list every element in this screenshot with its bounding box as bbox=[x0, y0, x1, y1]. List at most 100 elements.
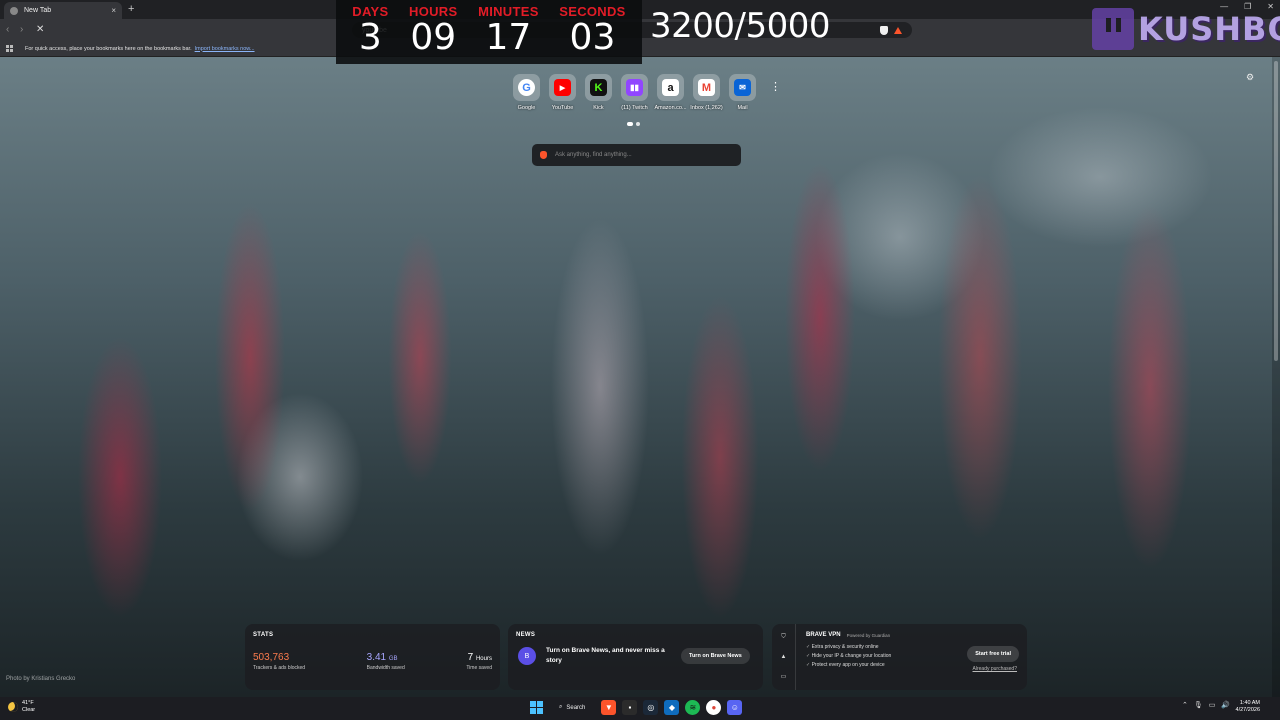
amazon-icon: a bbox=[662, 79, 679, 96]
youtube-icon: ▶ bbox=[554, 79, 571, 96]
vpn-features: Extra privacy & security online Hide you… bbox=[806, 644, 892, 671]
outlook-icon: ✉ bbox=[734, 79, 751, 96]
taskbar-clock[interactable]: 1:40 AM 4/27/2026 bbox=[1236, 700, 1260, 714]
page-scrollbar[interactable] bbox=[1272, 57, 1280, 697]
search-icon: ⌕ bbox=[559, 704, 563, 710]
rewards-triangle-icon[interactable]: ▲ bbox=[781, 654, 787, 660]
countdown-value: 09 bbox=[410, 17, 457, 58]
countdown-value: 03 bbox=[569, 17, 616, 58]
brave-app-icon[interactable]: ▼ bbox=[601, 700, 617, 715]
new-tab-button[interactable]: + bbox=[128, 3, 134, 15]
mic-icon[interactable]: 🎙 bbox=[1194, 701, 1203, 709]
weather-condition: Clear bbox=[22, 707, 36, 713]
topsite-youtube[interactable]: ▶ YouTube bbox=[548, 74, 577, 111]
talk-camera-icon[interactable]: ▭ bbox=[781, 673, 787, 680]
more-options-icon[interactable]: ⋮ bbox=[770, 80, 781, 93]
tab-title: New Tab bbox=[24, 7, 52, 14]
chrome-app-icon[interactable]: ● bbox=[706, 700, 722, 715]
bookmarks-hint: For quick access, place your bookmarks h… bbox=[25, 45, 255, 52]
clock-date: 4/27/2026 bbox=[1235, 707, 1260, 713]
taskbar-search[interactable]: ⌕ Search bbox=[549, 704, 595, 711]
discord-app-icon[interactable]: ☺ bbox=[727, 700, 743, 715]
vpn-header: BRAVE VPN Powered by Guardian bbox=[806, 632, 890, 638]
top-sites: G Google ▶ YouTube K Kick ▮▮ (11) Twitch… bbox=[512, 74, 757, 111]
brave-shields-icon[interactable] bbox=[880, 25, 888, 35]
tab-new-tab[interactable]: New Tab × bbox=[4, 2, 122, 19]
goal-counter: 3200/5000 bbox=[650, 6, 831, 46]
stats-row: 503,763 Trackers & ads blocked 3.41 GB B… bbox=[253, 652, 492, 671]
time-value: 7 Hours bbox=[467, 652, 492, 663]
network-icon[interactable]: ▭ bbox=[1209, 701, 1216, 709]
vpn-feature: Extra privacy & security online bbox=[806, 644, 891, 650]
brave-news-icon: B bbox=[518, 647, 536, 665]
vpn-shield-icon[interactable]: ⛉ bbox=[781, 634, 786, 641]
topsite-amazon[interactable]: a Amazon.co... bbox=[654, 74, 687, 111]
topsite-label: Inbox (1,262) bbox=[690, 105, 723, 111]
brave-search-icon bbox=[540, 151, 547, 159]
terminal-app-icon[interactable]: ▪ bbox=[622, 700, 638, 715]
forward-arrow-icon[interactable]: › bbox=[20, 24, 23, 35]
countdown-seconds: SECONDS 03 bbox=[559, 4, 625, 60]
clock-time: 1:40 AM bbox=[1239, 700, 1260, 706]
topsite-kick[interactable]: K Kick bbox=[584, 74, 613, 111]
countdown-value: 17 bbox=[485, 17, 532, 58]
close-tab-icon[interactable]: × bbox=[111, 6, 116, 15]
search-box[interactable]: Ask anything, find anything... bbox=[532, 144, 741, 166]
trackers-value: 503,763 bbox=[253, 652, 290, 663]
turn-on-news-button[interactable]: Turn on Brave News bbox=[681, 648, 750, 664]
screen: Photo by Kristians Grecko New Tab × + — … bbox=[0, 0, 1280, 720]
already-purchased-link[interactable]: Already purchased? bbox=[973, 666, 1017, 672]
stats-widget: STATS 503,763 Trackers & ads blocked 3.4… bbox=[245, 624, 500, 690]
topsite-label: Google bbox=[517, 105, 536, 111]
stop-loading-icon[interactable]: ✕ bbox=[36, 24, 44, 35]
topsite-label: (11) Twitch bbox=[621, 105, 648, 111]
photo-credit[interactable]: Photo by Kristians Grecko bbox=[6, 676, 75, 682]
vpn-widget: ⛉ ▲ ▭ BRAVE VPN Powered by Guardian Extr… bbox=[772, 624, 1027, 690]
twitch-icon: ▮▮ bbox=[626, 79, 643, 96]
kick-icon: K bbox=[590, 79, 607, 96]
steam-app-icon[interactable]: ◎ bbox=[643, 700, 659, 715]
topsite-label: Mail bbox=[737, 105, 748, 111]
vpn-feature: Hide your IP & change your location bbox=[806, 653, 892, 659]
countdown-minutes: MINUTES 17 bbox=[478, 4, 539, 60]
apps-grid-icon[interactable] bbox=[6, 45, 13, 52]
widget-switcher: ⛉ ▲ ▭ bbox=[772, 624, 796, 690]
windows-start-icon[interactable] bbox=[530, 701, 543, 714]
stats-title: STATS bbox=[253, 632, 274, 638]
brave-rewards-icon[interactable] bbox=[894, 26, 902, 34]
bandwidth-value: 3.41 GB bbox=[366, 652, 398, 663]
search-input[interactable]: Ask anything, find anything... bbox=[555, 152, 632, 158]
countdown-overlay: DAYS 3 HOURS 09 MINUTES 17 SECONDS 03 bbox=[336, 0, 642, 64]
trackers-label: Trackers & ads blocked bbox=[253, 665, 306, 671]
topsite-mail[interactable]: ✉ Mail bbox=[728, 74, 757, 111]
topsite-gmail[interactable]: M Inbox (1,262) bbox=[690, 74, 723, 111]
spotify-app-icon[interactable]: ≋ bbox=[685, 700, 701, 715]
topsite-google[interactable]: G Google bbox=[512, 74, 541, 111]
gmail-icon: M bbox=[698, 79, 715, 96]
topsite-twitch[interactable]: ▮▮ (11) Twitch bbox=[620, 74, 649, 111]
gear-icon[interactable]: ⚙ bbox=[1246, 72, 1254, 83]
stat-time: 7 Hours Time saved bbox=[466, 652, 492, 671]
news-row: B Turn on Brave News, and never miss a s… bbox=[518, 646, 755, 666]
chevron-up-icon[interactable]: ⌃ bbox=[1182, 701, 1188, 709]
back-arrow-icon[interactable]: ‹ bbox=[6, 24, 9, 35]
news-widget: NEWS B Turn on Brave News, and never mis… bbox=[508, 624, 763, 690]
windows-taskbar: 41°F Clear ⌕ Search ▼ ▪ ◎ ◆ ≋ ● ☺ ⌃ 🎙 ▭ 🔊… bbox=[0, 697, 1280, 720]
countdown-hours: HOURS 09 bbox=[409, 4, 457, 60]
store-app-icon[interactable]: ◆ bbox=[664, 700, 680, 715]
weather-widget[interactable]: 41°F Clear bbox=[8, 700, 35, 714]
volume-icon[interactable]: 🔊 bbox=[1221, 701, 1230, 709]
start-free-trial-button[interactable]: Start free trial bbox=[967, 646, 1019, 662]
countdown-days: DAYS 3 bbox=[352, 4, 388, 60]
topsite-label: Amazon.co... bbox=[654, 105, 687, 111]
import-bookmarks-link[interactable]: Import bookmarks now... bbox=[195, 46, 255, 52]
vpn-feature: Protect every app on your device bbox=[806, 662, 891, 668]
topsites-pagination[interactable] bbox=[627, 122, 640, 126]
news-title: NEWS bbox=[516, 632, 536, 638]
moon-icon bbox=[8, 702, 18, 712]
bandwidth-label: Bandwidth saved bbox=[366, 665, 405, 671]
topsite-label: Kick bbox=[593, 105, 604, 111]
system-tray: ⌃ 🎙 ▭ 🔊 bbox=[1182, 701, 1230, 709]
stat-bandwidth: 3.41 GB Bandwidth saved bbox=[367, 652, 405, 671]
streamer-brand-logo: KUSHBOX bbox=[1092, 8, 1280, 50]
